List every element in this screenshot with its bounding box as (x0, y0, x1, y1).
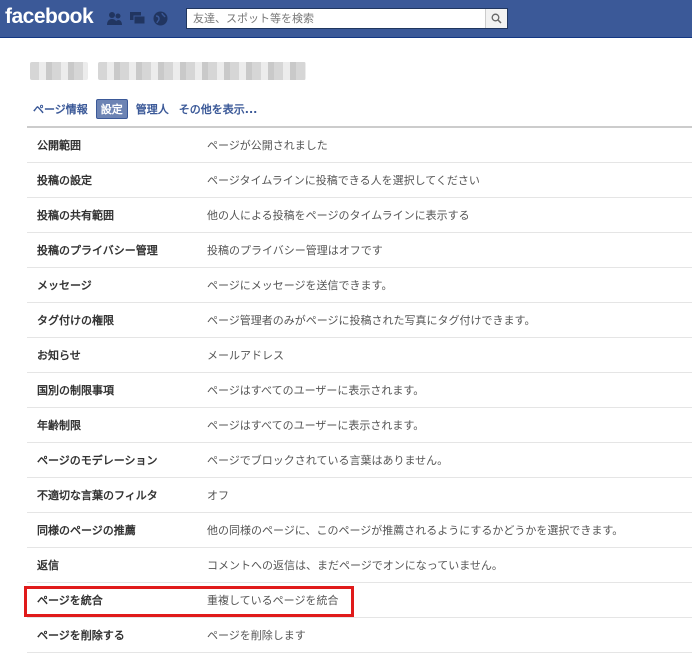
setting-label: タグ付けの権限 (37, 314, 114, 327)
settings-row-tagging[interactable]: タグ付けの権限 ページ管理者のみがページに投稿された写真にタグ付けできます。 (27, 303, 692, 338)
setting-value: コメントへの返信は、まだページでオンになっていません。 (207, 559, 503, 572)
tab-admins[interactable]: 管理人 (131, 99, 174, 119)
search-button[interactable] (485, 9, 507, 28)
settings-row-post-privacy[interactable]: 投稿のプライバシー管理 投稿のプライバシー管理はオフです (27, 233, 692, 268)
setting-label: ページを削除する (37, 629, 125, 642)
setting-label: 年齢制限 (37, 419, 81, 432)
tab-page-info[interactable]: ページ情報 (28, 99, 93, 119)
setting-label: ページのモデレーション (37, 454, 158, 467)
facebook-logo[interactable]: facebook (5, 5, 94, 29)
settings-row-delete-page[interactable]: ページを削除する ページを削除します (27, 618, 692, 653)
merge-pages-highlight-box (24, 586, 354, 617)
setting-value: ページにメッセージを送信できます。 (207, 279, 393, 292)
setting-label: 公開範囲 (37, 139, 81, 152)
setting-label: 返信 (37, 559, 59, 572)
top-bar: facebook (0, 0, 692, 38)
setting-value: メールアドレス (207, 349, 284, 362)
setting-label: 投稿のプライバシー管理 (37, 244, 158, 257)
setting-value: ページはすべてのユーザーに表示されます。 (207, 419, 425, 432)
settings-row-country-restrictions[interactable]: 国別の制限事項 ページはすべてのユーザーに表示されます。 (27, 373, 692, 408)
setting-value: 投稿のプライバシー管理はオフです (207, 244, 383, 257)
setting-value: ページはすべてのユーザーに表示されます。 (207, 384, 425, 397)
settings-row-posting[interactable]: 投稿の設定 ページタイムラインに投稿できる人を選択してください (27, 163, 692, 198)
settings-row-moderation[interactable]: ページのモデレーション ページでブロックされている言葉はありません。 (27, 443, 692, 478)
notifications-globe-icon[interactable] (152, 10, 169, 27)
setting-label: 不適切な言葉のフィルタ (37, 489, 158, 502)
search-icon (491, 13, 502, 24)
setting-value: オフ (207, 489, 229, 502)
settings-row-age-restrictions[interactable]: 年齢制限 ページはすべてのユーザーに表示されます。 (27, 408, 692, 443)
tab-see-more[interactable]: その他を表示... (174, 99, 263, 119)
page-title-blurred (30, 62, 306, 80)
setting-label: お知らせ (37, 349, 81, 362)
setting-label: 投稿の共有範囲 (37, 209, 114, 222)
search-box (186, 8, 508, 29)
tab-settings[interactable]: 設定 (95, 99, 128, 119)
setting-value: 他の同様のページに、このページが推薦されるようにするかどうかを選択できます。 (207, 524, 624, 537)
settings-list: 公開範囲 ページが公開されました 投稿の設定 ページタイムラインに投稿できる人を… (27, 128, 692, 653)
settings-row-messages[interactable]: メッセージ ページにメッセージを送信できます。 (27, 268, 692, 303)
settings-row-profanity-filter[interactable]: 不適切な言葉のフィルタ オフ (27, 478, 692, 513)
settings-row-notifications[interactable]: お知らせ メールアドレス (27, 338, 692, 373)
page-tabs: ページ情報 設定 管理人 その他を表示... (28, 99, 262, 119)
jewel-icons (106, 10, 169, 27)
setting-value: ページ管理者のみがページに投稿された写真にタグ付けできます。 (207, 314, 536, 327)
search-input[interactable] (187, 9, 485, 28)
setting-value: ページでブロックされている言葉はありません。 (207, 454, 449, 467)
setting-label: 投稿の設定 (37, 174, 92, 187)
setting-value: ページが公開されました (207, 139, 328, 152)
settings-row-replies[interactable]: 返信 コメントへの返信は、まだページでオンになっていません。 (27, 548, 692, 583)
setting-label: 国別の制限事項 (37, 384, 114, 397)
messages-icon[interactable] (129, 10, 146, 27)
settings-row-post-visibility[interactable]: 投稿の共有範囲 他の人による投稿をページのタイムラインに表示する (27, 198, 692, 233)
setting-value: ページを削除します (207, 629, 306, 642)
setting-value: ページタイムラインに投稿できる人を選択してください (207, 174, 480, 187)
setting-value: 他の人による投稿をページのタイムラインに表示する (207, 209, 470, 222)
settings-row-similar-pages[interactable]: 同様のページの推薦 他の同様のページに、このページが推薦されるようにするかどうか… (27, 513, 692, 548)
setting-label: 同様のページの推薦 (37, 524, 136, 537)
settings-row-visibility[interactable]: 公開範囲 ページが公開されました (27, 128, 692, 163)
setting-label: メッセージ (37, 279, 92, 292)
friend-requests-icon[interactable] (106, 10, 123, 27)
